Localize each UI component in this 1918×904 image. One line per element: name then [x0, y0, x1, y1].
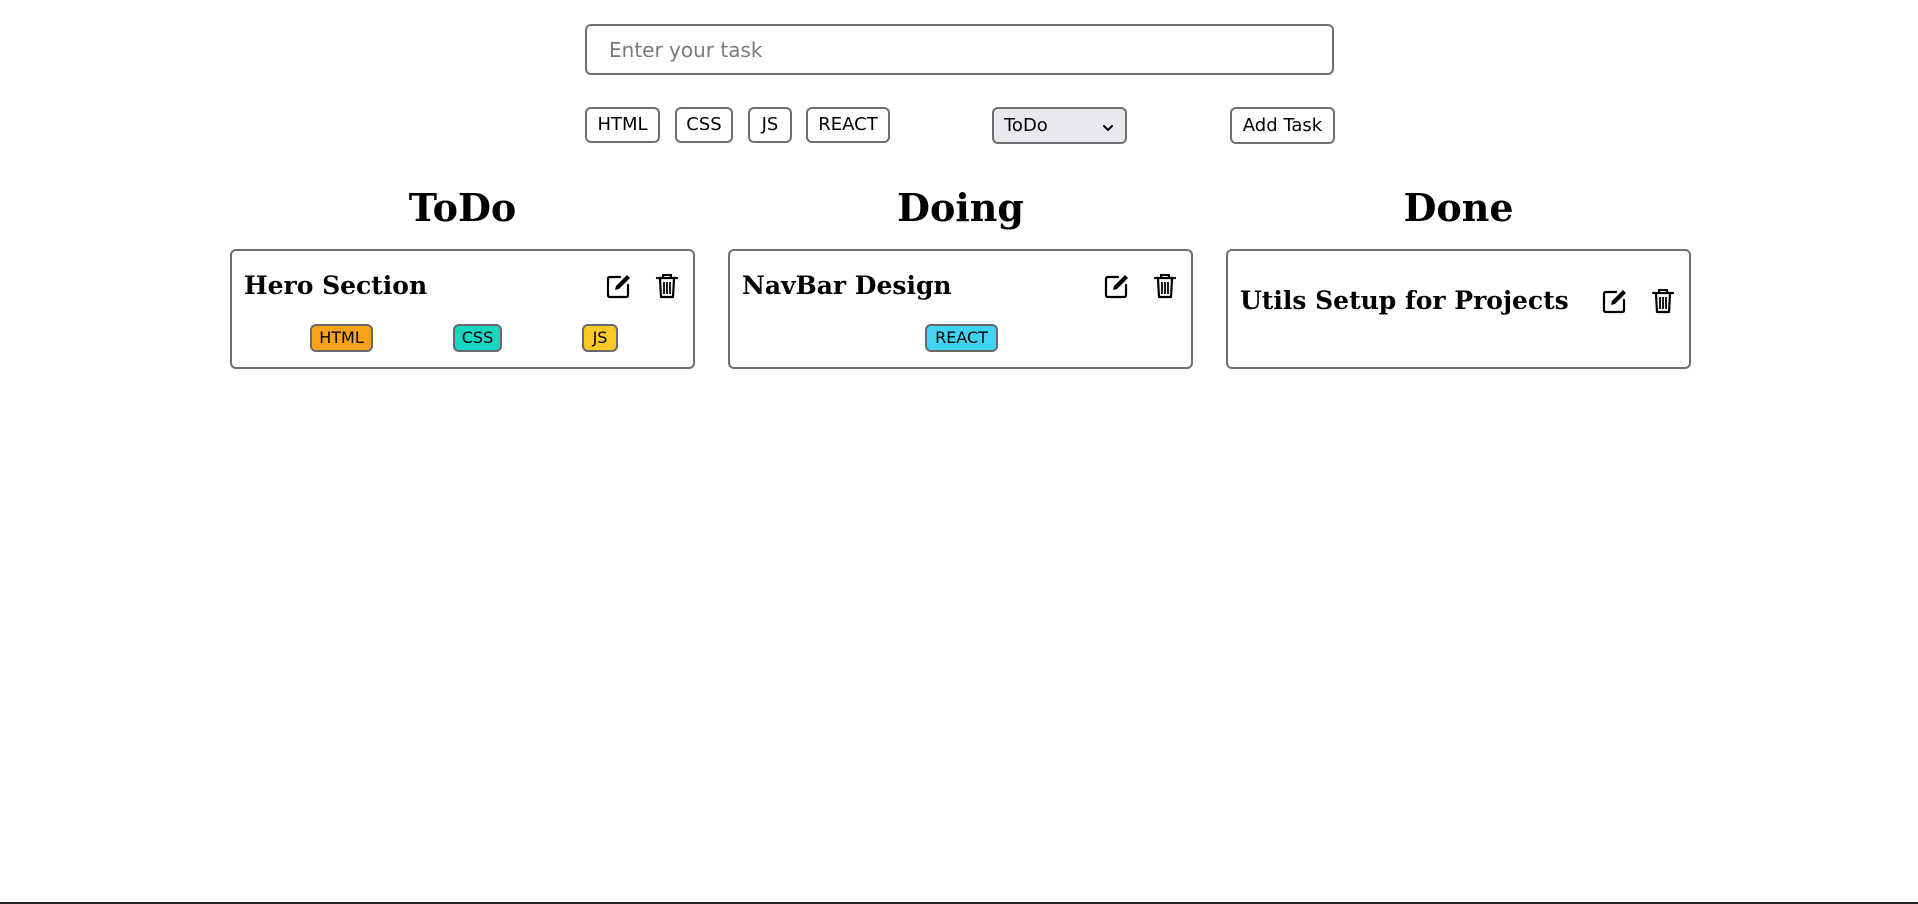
task-board-page: HTML CSS JS REACT ToDo Add Task ToDo Her…	[0, 0, 1918, 904]
task-title: NavBar Design	[742, 271, 952, 300]
edit-icon[interactable]	[605, 272, 633, 300]
task-card: Hero Section HTML CSS JS	[230, 249, 695, 369]
tag-button-html[interactable]: HTML	[585, 107, 660, 143]
task-card: NavBar Design REACT	[728, 249, 1193, 369]
task-input[interactable]	[585, 24, 1334, 75]
column-heading: ToDo	[408, 185, 517, 230]
tag-chip-html: HTML	[310, 324, 373, 352]
column-doing: Doing NavBar Design REACT	[728, 180, 1193, 369]
task-card: Utils Setup for Projects	[1226, 249, 1691, 369]
column-done: Done Utils Setup for Projects	[1226, 180, 1691, 369]
add-task-button[interactable]: Add Task	[1230, 107, 1335, 144]
tag-chip-js: JS	[582, 324, 618, 352]
chevron-down-icon	[1101, 119, 1115, 133]
task-title: Hero Section	[244, 271, 428, 300]
trash-icon[interactable]	[1649, 287, 1677, 315]
column-heading: Done	[1403, 185, 1514, 230]
tag-button-css[interactable]: CSS	[675, 107, 733, 143]
status-select-value: ToDo	[1004, 115, 1048, 136]
column-heading: Doing	[897, 185, 1024, 230]
tag-chip-react: REACT	[925, 324, 998, 352]
task-title: Utils Setup for Projects	[1240, 286, 1569, 315]
tag-chip-css: CSS	[453, 324, 502, 352]
status-select[interactable]: ToDo	[992, 107, 1127, 144]
trash-icon[interactable]	[653, 272, 681, 300]
tag-button-js[interactable]: JS	[748, 107, 792, 143]
tag-button-react[interactable]: REACT	[806, 107, 890, 143]
edit-icon[interactable]	[1601, 287, 1629, 315]
trash-icon[interactable]	[1151, 272, 1179, 300]
column-todo: ToDo Hero Section HTML CSS JS	[230, 180, 695, 369]
edit-icon[interactable]	[1103, 272, 1131, 300]
